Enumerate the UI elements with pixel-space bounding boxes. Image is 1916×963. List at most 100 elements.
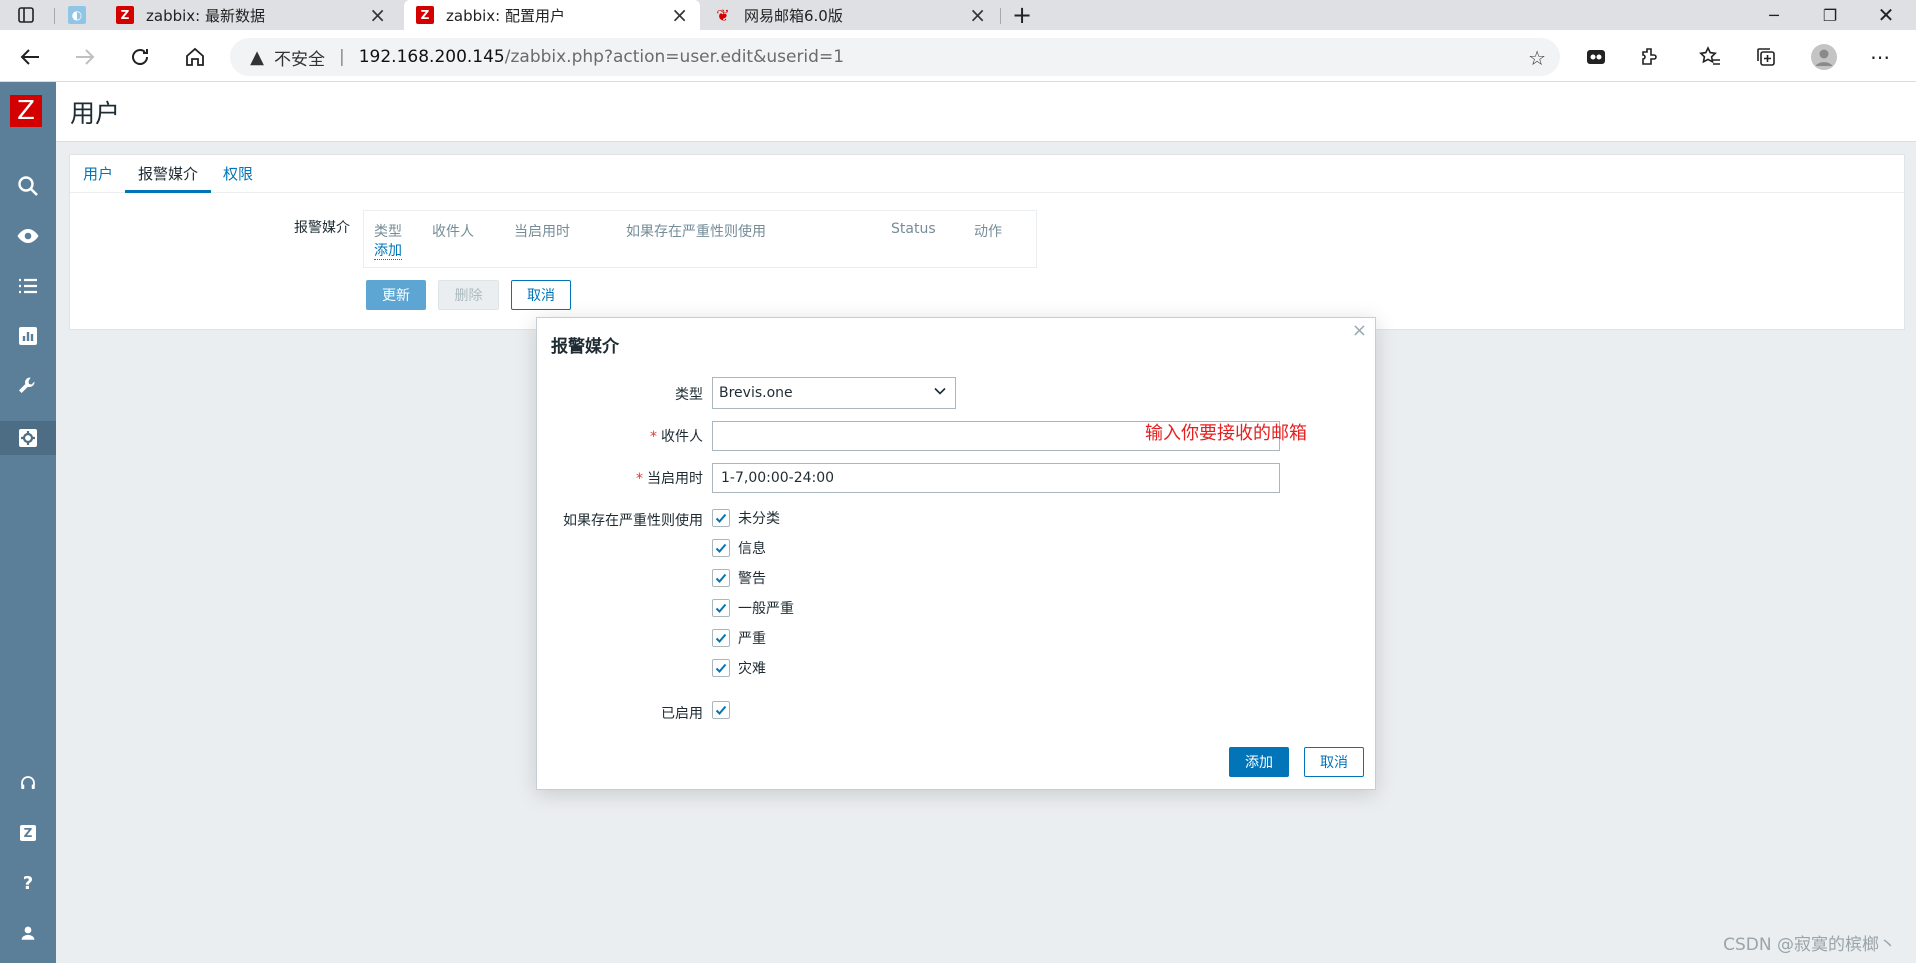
tab-user[interactable]: 用户 [83,163,113,184]
severity-information[interactable]: 信息 [712,537,766,559]
type-select-value: Brevis.one [719,385,793,401]
check-icon [715,705,727,715]
extension-icon[interactable] [1580,41,1612,73]
severity-not-classified[interactable]: 未分类 [712,507,780,529]
check-icon [715,513,727,523]
new-tab-button[interactable]: + [1006,0,1038,30]
home-icon[interactable] [179,41,211,73]
severity-high[interactable]: 严重 [712,627,766,649]
dialog-cancel-button[interactable]: 取消 [1304,747,1364,777]
tab-title: zabbix: 配置用户 [446,6,565,25]
severity-disaster[interactable]: 灾难 [712,657,766,679]
severity-label-text: 一般严重 [738,601,794,617]
inventory-list-icon[interactable] [0,271,56,301]
check-icon [715,603,727,613]
close-tab-icon[interactable]: × [369,3,386,27]
enabled-checkbox[interactable] [712,701,730,719]
profile-avatar-icon[interactable] [1808,41,1840,73]
tab-permissions[interactable]: 权限 [223,163,253,184]
tab-media[interactable]: 报警媒介 [138,163,198,184]
media-dialog: 报警媒介 × 类型 Brevis.one * 收件人 输入你要接收的邮箱 * 当启用… [536,317,1376,790]
delete-button: 删除 [438,280,499,310]
close-icon[interactable]: × [1352,320,1367,341]
severity-label-text: 信息 [738,541,766,557]
when-active-input[interactable]: 1-7,00:00-24:00 [712,463,1280,493]
checkbox[interactable] [712,659,730,677]
tab-separator [1000,8,1001,24]
warning-icon[interactable]: ▲ [248,47,266,68]
close-tab-icon[interactable]: × [969,3,986,27]
more-menu-icon[interactable]: ⋯ [1864,41,1896,73]
close-window-icon[interactable]: ✕ [1862,0,1910,30]
refresh-icon[interactable] [124,41,156,73]
media-label: 报警媒介 [294,220,350,236]
when-active-label-text: 当启用时 [647,471,703,487]
favorites-icon[interactable] [1694,41,1726,73]
severity-label-text: 严重 [738,631,766,647]
support-headset-icon[interactable] [0,768,56,798]
back-icon[interactable] [14,41,46,73]
update-button[interactable]: 更新 [366,280,426,310]
administration-gear-icon[interactable] [0,421,56,455]
search-icon[interactable] [0,171,56,201]
zabbix-share-letter: Z [20,825,36,841]
column-header-status: Status [891,221,936,237]
collections-icon[interactable] [1750,41,1782,73]
when-active-label: * 当启用时 [547,468,703,488]
restore-icon[interactable]: ❐ [1806,0,1854,30]
checkbox[interactable] [712,629,730,647]
severity-label-text: 未分类 [738,511,780,527]
checkbox[interactable] [712,599,730,617]
url-host[interactable]: 192.168.200.145 [359,47,505,67]
zabbix-favicon-icon: Z [116,6,134,24]
close-tab-icon[interactable]: × [671,3,688,27]
browser-tab-pinned[interactable]: ◐ [56,0,102,30]
severity-average[interactable]: 一般严重 [712,597,794,619]
address-bar[interactable]: ▲ 不安全 | 192.168.200.145 /zabbix.php?acti… [230,38,1560,76]
type-select[interactable]: Brevis.one [712,377,956,409]
browser-toolbar: ▲ 不安全 | 192.168.200.145 /zabbix.php?acti… [0,30,1916,82]
zabbix-logo[interactable]: Z [10,95,42,127]
chevron-down-icon [933,384,947,402]
configuration-wrench-icon[interactable] [0,371,56,401]
add-favorite-icon[interactable]: ☆ [1528,46,1546,70]
zabbix-sidebar: Z Z ? [0,82,56,963]
required-marker: * [650,429,657,445]
browser-tab-latest-data[interactable]: Z zabbix: 最新数据 × [104,0,398,30]
severity-label-text: 灾难 [738,661,766,677]
media-table: 类型 收件人 当启用时 如果存在严重性则使用 Status 动作 添加 [363,210,1037,268]
enabled-toggle[interactable] [712,699,738,721]
check-icon [715,543,727,553]
minimize-icon[interactable]: ─ [1750,0,1798,30]
browser-tab-netease-mail[interactable]: ❦ 网易邮箱6.0版 × [702,0,998,30]
tab-title: 网易邮箱6.0版 [744,6,843,25]
url-path[interactable]: /zabbix.php?action=user.edit&userid=1 [505,47,844,67]
checkbox[interactable] [712,509,730,527]
checkbox[interactable] [712,539,730,557]
watermark: CSDN @寂寞的槟榔丶 [1723,935,1896,955]
monitoring-eye-icon[interactable] [0,221,56,251]
check-icon [715,633,727,643]
help-icon[interactable]: ? [0,868,56,898]
forward-icon [69,41,101,73]
extensions-puzzle-icon[interactable] [1634,41,1666,73]
enabled-label: 已启用 [661,706,703,722]
insecure-label[interactable]: 不安全 [274,45,325,70]
reports-chart-icon[interactable] [0,321,56,351]
browser-tab-config-user[interactable]: Z zabbix: 配置用户 × [404,0,700,30]
zabbix-share-icon[interactable]: Z [0,818,56,848]
dialog-add-button[interactable]: 添加 [1229,747,1289,777]
page-header: 用户 [56,82,1916,142]
browser-tab-bar: ◐ Z zabbix: 最新数据 × Z zabbix: 配置用户 × ❦ 网易… [0,0,1916,30]
add-media-link[interactable]: 添加 [374,243,402,260]
tab-actions-icon[interactable] [10,0,42,30]
address-divider: | [339,47,345,67]
checkbox[interactable] [712,569,730,587]
severity-warning[interactable]: 警告 [712,567,766,589]
user-profile-icon[interactable] [0,918,56,948]
recipient-label-text: 收件人 [661,429,703,445]
zabbix-favicon-icon: Z [416,6,434,24]
cancel-button[interactable]: 取消 [511,280,571,310]
tab-title: zabbix: 最新数据 [146,6,265,25]
recipient-label: * 收件人 [547,426,703,446]
